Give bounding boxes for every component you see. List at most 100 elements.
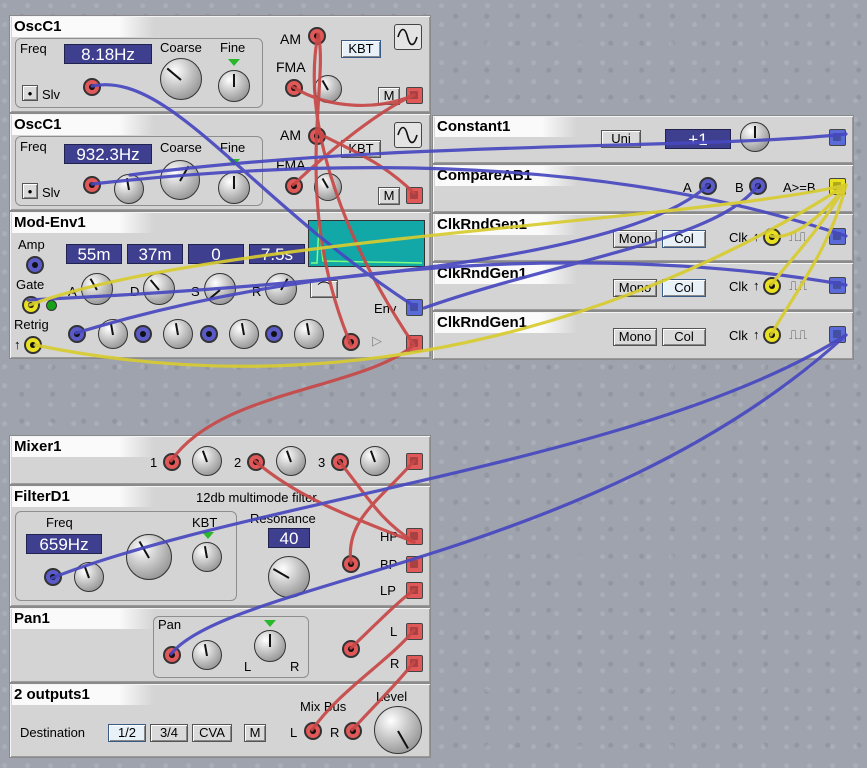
mod-knob-3[interactable] [229,319,259,349]
fine-knob[interactable] [114,174,144,204]
release-knob[interactable] [265,273,297,305]
dest-1-2-button[interactable]: 1/2 [108,724,146,742]
mod-knob-1[interactable] [98,319,128,349]
mod-input-jack-2[interactable] [134,325,152,343]
osc-output[interactable] [406,87,423,104]
mixer-level-3-knob[interactable] [360,446,390,476]
osc-output[interactable] [406,187,423,204]
clk-output[interactable] [829,228,846,245]
slv-input-jack[interactable] [83,176,101,194]
level-knob[interactable] [374,706,422,754]
decay-knob[interactable] [143,273,175,305]
mod-input-jack-1[interactable] [68,325,86,343]
resonance-display[interactable]: 40 [268,528,310,548]
fma-input-jack[interactable] [285,177,303,195]
coarse-knob[interactable] [160,58,202,100]
hp-output[interactable] [406,528,423,545]
mixer-in3-jack[interactable] [331,453,349,471]
dest-3-4-button[interactable]: 3/4 [150,724,188,742]
am-input-jack[interactable] [308,27,326,45]
col-button[interactable]: Col [662,230,706,248]
fine-knob[interactable] [218,70,250,102]
kbt-button[interactable]: KBT [341,140,381,158]
mixer-level-2-knob[interactable] [276,446,306,476]
filter-freq-mod-jack[interactable] [44,568,62,586]
attack-display[interactable]: 55m [66,244,122,264]
out-l-jack[interactable] [304,722,322,740]
compare-a-jack[interactable] [699,177,717,195]
kbt-knob[interactable] [192,542,222,572]
level-label: Level [376,689,408,704]
filter-freq-display[interactable]: 659Hz [26,534,102,554]
fma-knob[interactable] [314,75,342,103]
gate-input-jack[interactable] [22,296,40,314]
fine-knob-2[interactable] [218,172,250,204]
pan-input-jack[interactable] [342,640,360,658]
kbt-button[interactable]: KBT [341,40,381,58]
slv-button[interactable]: • [22,85,38,101]
mono-button[interactable]: Mono [613,328,657,346]
mod-knob-4[interactable] [294,319,324,349]
compare-b-jack[interactable] [749,177,767,195]
compare-output[interactable] [829,178,846,195]
sustain-display[interactable]: 0 [188,244,244,264]
sustain-knob[interactable] [204,273,236,305]
retrig-input-jack[interactable] [24,336,42,354]
resonance-knob[interactable] [268,556,310,598]
clk-input-jack[interactable] [763,277,781,295]
mute-button[interactable]: M [378,87,400,105]
filter-input-jack[interactable] [342,555,360,573]
release-display[interactable]: 7.5s [249,244,305,264]
pan-knob[interactable] [254,630,286,662]
filter-freq-mod-knob[interactable] [74,562,104,592]
clk-output[interactable] [829,277,846,294]
clk-output[interactable] [829,326,846,343]
sine-wave-icon[interactable] [394,24,422,50]
col-button[interactable]: Col [662,328,706,346]
mixer-output[interactable] [406,453,423,470]
constant-knob[interactable] [740,122,770,152]
out-r-jack[interactable] [344,722,362,740]
freq-display[interactable]: 932.3Hz [64,144,152,164]
mono-button[interactable]: Mono [613,230,657,248]
mixer-in1-jack[interactable] [163,453,181,471]
env-red-jack[interactable] [342,333,360,351]
constant-value-display[interactable]: +1 [665,129,731,149]
clk-input-jack[interactable] [763,228,781,246]
bp-output[interactable] [406,556,423,573]
mono-button[interactable]: Mono [613,279,657,297]
pan-mod-knob[interactable] [192,640,222,670]
uni-button[interactable]: Uni [601,130,641,148]
pan-mod-jack[interactable] [163,646,181,664]
env-blue-output[interactable] [406,299,423,316]
slv-button[interactable]: • [22,183,38,199]
mod-input-jack-4[interactable] [265,325,283,343]
fma-knob[interactable] [314,173,342,201]
mod-knob-2[interactable] [163,319,193,349]
pan-out-r[interactable] [406,655,423,672]
env-shape-button[interactable]: ⌒ [310,280,338,298]
mod-input-jack-3[interactable] [200,325,218,343]
clk-input-jack[interactable] [763,326,781,344]
lp-output[interactable] [406,582,423,599]
pan-out-l[interactable] [406,623,423,640]
attack-knob[interactable] [81,273,113,305]
constant-output[interactable] [829,129,846,146]
filter-freq-knob[interactable] [126,534,172,580]
mixer-level-1-knob[interactable] [192,446,222,476]
mixer-in2-jack[interactable] [247,453,265,471]
slv-input-jack[interactable] [83,78,101,96]
freq-display[interactable]: 8.18Hz [64,44,152,64]
sine-wave-icon[interactable] [394,122,422,148]
col-button[interactable]: Col [662,279,706,297]
module-title: ClkRndGen1 [435,313,577,333]
env-red-output[interactable] [406,335,423,352]
mute-button[interactable]: M [244,724,266,742]
coarse-knob[interactable] [160,160,200,200]
dest-cva-button[interactable]: CVA [192,724,232,742]
decay-display[interactable]: 37m [127,244,183,264]
fma-input-jack[interactable] [285,79,303,97]
amp-input-jack[interactable] [26,256,44,274]
am-input-jack[interactable] [308,127,326,145]
mute-button[interactable]: M [378,187,400,205]
